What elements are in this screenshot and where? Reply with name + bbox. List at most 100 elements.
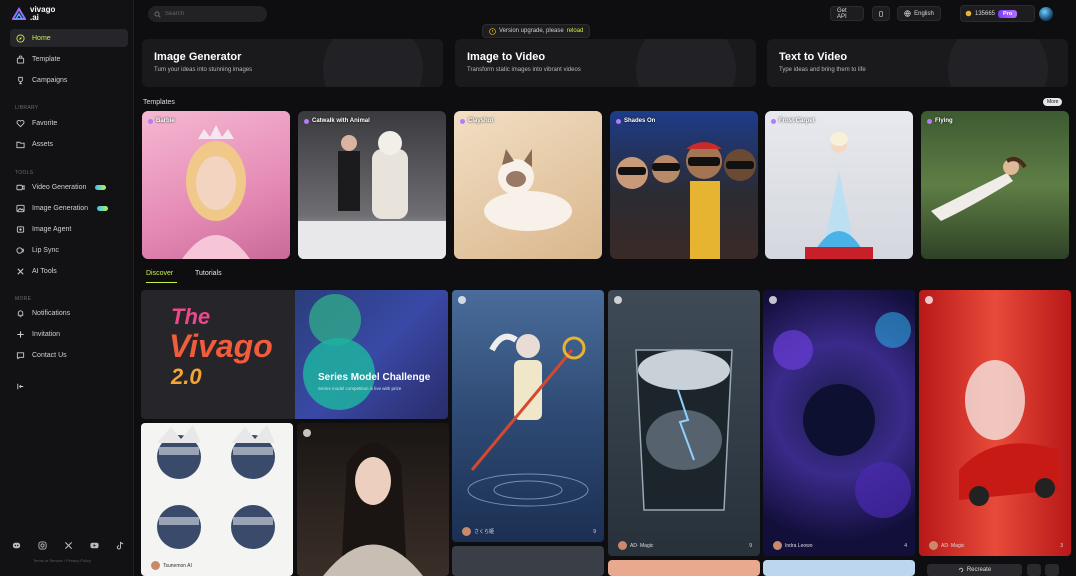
sidebar-item-label: Template [32,55,61,63]
folder-icon [16,140,25,149]
like-count: 3 [1060,542,1063,549]
template-card-catwalk[interactable]: Catwalk with Animal [298,111,446,259]
image-to-video-card[interactable]: Image to Video Transform static images i… [455,39,756,87]
tile-meta: AD· Magic 3 [929,541,1063,550]
text-to-video-card[interactable]: Text to Video Type ideas and bring them … [767,39,1068,87]
discover-tile-partial-3[interactable] [763,560,915,576]
x-icon[interactable] [64,541,73,550]
sidebar-item-favorite[interactable]: Favorite [10,114,128,132]
search-bar[interactable] [148,6,267,22]
user-avatar[interactable] [1039,7,1053,21]
shades-illustration [616,142,756,259]
tile-user: Tsunemon AI [151,561,192,570]
template-card-clayshot[interactable]: Clayshot [454,111,602,259]
tools-icon [16,267,25,276]
search-icon [154,10,161,18]
sidebar-item-video-generation[interactable]: Video Generation [10,178,128,196]
mobile-app-button[interactable] [872,6,890,21]
download-button[interactable] [1027,564,1041,576]
template-card-frost-carpet[interactable]: Frost Carpet [765,111,913,259]
templates-more-button[interactable]: More [1043,98,1063,106]
sidebar-item-invitation[interactable]: Invitation [10,325,128,343]
collapse-sidebar-button[interactable] [10,377,30,395]
discover-tile-nebula[interactable]: Indra Leowo 4 [763,290,915,556]
share-button[interactable] [1045,564,1059,576]
sidebar-item-label: Invitation [32,330,61,338]
discord-icon[interactable] [12,541,21,550]
challenge-swirl [303,294,375,410]
discover-tile-knight[interactable]: さくら姫 9 [452,290,604,542]
warning-icon [489,27,496,35]
section-label-more: More [15,296,32,302]
template-card-barbie[interactable]: Barbie [142,111,290,259]
sidebar-item-lip-sync[interactable]: Lip Sync [10,241,128,259]
discover-tile-storm-glass[interactable]: AD· Magic 9 [608,290,760,556]
sidebar-item-assets[interactable]: Assets [10,135,128,153]
template-label: Flying [927,118,953,124]
feature-title: Text to Video [779,51,848,63]
discover-tile-partial-2[interactable] [608,560,760,576]
discover-tile-ninja-stickers[interactable]: Tsunemon AI [141,423,293,576]
discover-tile-portrait[interactable] [297,423,449,576]
sidebar-item-image-agent[interactable]: Image Agent [10,220,128,238]
language-select[interactable]: English [897,6,941,21]
coin-icon [965,10,972,17]
heart-icon [16,119,25,128]
challenge-title: Series Model Challenge [318,372,431,383]
sidebar-item-image-generation[interactable]: Image Generation [10,199,128,217]
sidebar-item-label: Image Generation [32,204,89,212]
template-card-shades-on[interactable]: Shades On [610,111,758,259]
tile-user: AD· Magic [618,541,653,550]
tab-discover[interactable]: Discover [146,270,173,277]
sidebar-item-label: Lip Sync [32,246,59,254]
feature-subtitle: Turn your ideas into stunning images [154,67,253,73]
challenge-panel [295,290,448,419]
sidebar-item-template[interactable]: Template [10,50,128,68]
youtube-icon[interactable] [90,541,99,550]
tile-meta: Tsunemon AI [151,561,285,570]
sidebar-item-label: Favorite [32,119,58,127]
sidebar-item-campaigns[interactable]: Campaigns [10,71,128,89]
brand-logo[interactable]: vivago .ai [12,6,60,22]
get-api-button[interactable]: Get API [830,6,864,21]
terms-link[interactable]: Terms of Service / Privacy Policy [33,558,91,563]
banner-text: Version upgrade, please [499,28,564,34]
pro-badge[interactable]: Pro [998,9,1018,18]
user-avatar-small [929,541,938,550]
sidebar-item-ai-tools[interactable]: AI Tools [10,262,128,280]
play-icon [769,296,777,304]
sidebar-item-notifications[interactable]: Notifications [10,304,128,322]
template-dot-icon [927,118,932,124]
video-icon [16,183,25,192]
discover-tile-partial-1[interactable] [452,546,604,576]
credit-count: 135665 [975,10,996,17]
play-icon [614,296,622,304]
instagram-icon[interactable] [38,541,47,550]
challenge-banner[interactable]: The Vivago 2.0 Series Model Challenge Se… [141,290,448,419]
recreate-button[interactable]: Recreate [927,564,1022,576]
discover-tile-red-car[interactable]: AD· Magic 3 [919,290,1071,556]
social-links [12,541,125,550]
tab-tutorials[interactable]: Tutorials [195,270,222,277]
feature-title: Image Generator [154,51,242,63]
sidebar-item-label: Image Agent [32,225,72,233]
play-icon [925,296,933,304]
challenge-subtitle: Series model competition is live with pr… [318,386,402,391]
credit-panel[interactable]: 135665 Pro [960,5,1035,22]
sidebar-item-home[interactable]: Home [10,29,128,47]
template-dot-icon [304,118,309,124]
search-input[interactable] [165,11,255,17]
template-label: Frost Carpet [771,118,815,124]
chat-icon [16,351,25,360]
sidebar: vivago .ai Home Template Campaigns Librar… [0,0,134,576]
image-generator-card[interactable]: Image Generator Turn your ideas into stu… [142,39,443,87]
brand-version-text: 2.0 [171,364,202,389]
reload-link[interactable]: reload [567,28,584,34]
sidebar-item-contact-us[interactable]: Contact Us [10,346,128,364]
play-icon [303,429,311,437]
brand-the-text: The [171,304,211,329]
template-card-flying[interactable]: Flying [921,111,1069,259]
tiktok-icon[interactable] [116,541,125,550]
user-avatar-small [151,561,160,570]
template-label: Shades On [616,118,655,124]
